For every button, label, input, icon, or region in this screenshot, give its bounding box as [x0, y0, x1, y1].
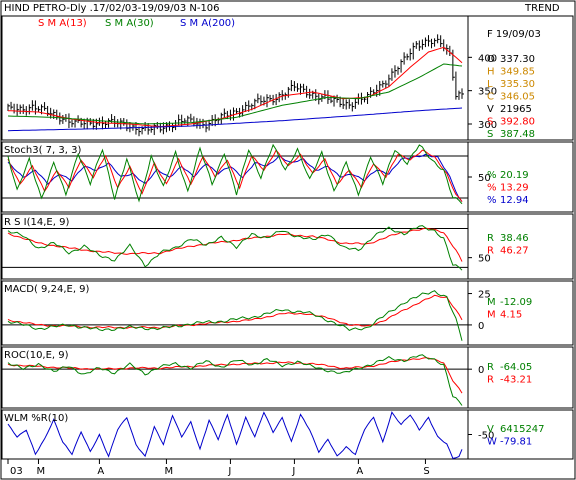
y-tick-label-roc-0: 0 [478, 365, 484, 376]
readout-label-price-3: C [487, 92, 494, 103]
readout-value-price-2: 335.30 [500, 79, 535, 90]
readout-label-roc-1: R [487, 375, 494, 386]
x-tick-label-4: J [227, 466, 231, 477]
roc-green-line [7, 354, 463, 406]
sma-13-line [7, 46, 463, 128]
macd-green-line [7, 290, 463, 341]
readout-label-price-2: L [487, 79, 493, 90]
rsi-red-line [7, 227, 463, 262]
readout-label-macd-0: M [487, 297, 496, 308]
readout-value-rsi-0: 38.46 [500, 233, 529, 244]
readout-value-rsi-1: 46.27 [500, 246, 529, 257]
readout-label-rsi-1: R [487, 246, 494, 257]
x-tick-label-0: 03 [10, 466, 23, 477]
readout-value-price-1: 349.85 [500, 67, 535, 78]
macd-red-line [7, 294, 463, 329]
readout-label-price-1: H [487, 67, 495, 78]
roc-red-line [7, 357, 463, 394]
wlm-blue-line [7, 411, 463, 459]
legend-2: S M A(200) [180, 18, 235, 29]
readout-label-price-4: V [487, 104, 494, 115]
readout-value-stoch-2: 12.94 [500, 195, 529, 206]
wlm-title: WLM %R(10) [4, 413, 68, 424]
panel-frame-wlm [1, 409, 469, 460]
readout-value-wlm-0: 6415247 [500, 424, 545, 435]
panel-frame-roc [1, 346, 469, 409]
x-tick-label-6: A [356, 466, 363, 477]
readout-label-stoch-1: % [487, 183, 497, 194]
x-tick-label-5: J [291, 466, 295, 477]
readout-label-price-0: O [487, 54, 495, 65]
readout-value-stoch-0: 20.19 [500, 170, 529, 181]
readout-value-roc-1: -43.21 [500, 375, 532, 386]
readout-label-rsi-0: R [487, 233, 494, 244]
chart-title: HIND PETRO-Dly .17/02/03-19/09/03 N-106 [4, 3, 220, 14]
y-tick-label-macd-1: 0 [478, 321, 484, 332]
price-date-readout: F 19/09/03 [487, 29, 541, 40]
sma-30-line [7, 63, 463, 125]
readout-label-price-6: S [487, 129, 493, 140]
readout-value-price-4: 21965 [500, 104, 532, 115]
rsi-title: R S I(14,E, 9) [4, 217, 69, 228]
readout-value-wlm-1: -79.81 [500, 437, 532, 448]
readout-label-stoch-0: % [487, 170, 497, 181]
readout-label-price-5: S [487, 117, 493, 128]
readout-label-stoch-2: % [487, 195, 497, 206]
readout-value-macd-0: -12.09 [500, 297, 532, 308]
trend-label: TREND [524, 3, 560, 14]
readout-value-price-3: 346.05 [500, 92, 535, 103]
legend-1: S M A(30) [105, 18, 154, 29]
readout-value-price-0: 337.30 [500, 54, 535, 65]
readout-value-price-5: 392.80 [500, 117, 535, 128]
readout-value-macd-1: 4.15 [500, 310, 522, 321]
readout-value-price-6: 387.48 [500, 129, 535, 140]
readout-label-roc-0: R [487, 362, 494, 373]
roc-title: ROC(10,E, 9) [4, 350, 69, 361]
macd-title: MACD( 9,24,E, 9) [4, 284, 90, 295]
technical-chart: HIND PETRO-Dly .17/02/03-19/09/03 N-106 … [0, 0, 576, 480]
readout-label-wlm-1: W [487, 437, 497, 448]
readout-label-macd-1: M [487, 310, 496, 321]
x-tick-label-3: M [164, 466, 173, 477]
readout-value-roc-0: -64.05 [500, 362, 532, 373]
stoch-title: Stoch3( 7, 3, 3) [4, 145, 81, 156]
readout-value-stoch-1: 13.29 [500, 183, 529, 194]
x-tick-label-1: M [36, 466, 45, 477]
x-tick-label-2: A [97, 466, 104, 477]
x-tick-label-7: S [423, 466, 429, 477]
legend-0: S M A(13) [38, 18, 87, 29]
readout-label-wlm-0: V [487, 424, 494, 435]
